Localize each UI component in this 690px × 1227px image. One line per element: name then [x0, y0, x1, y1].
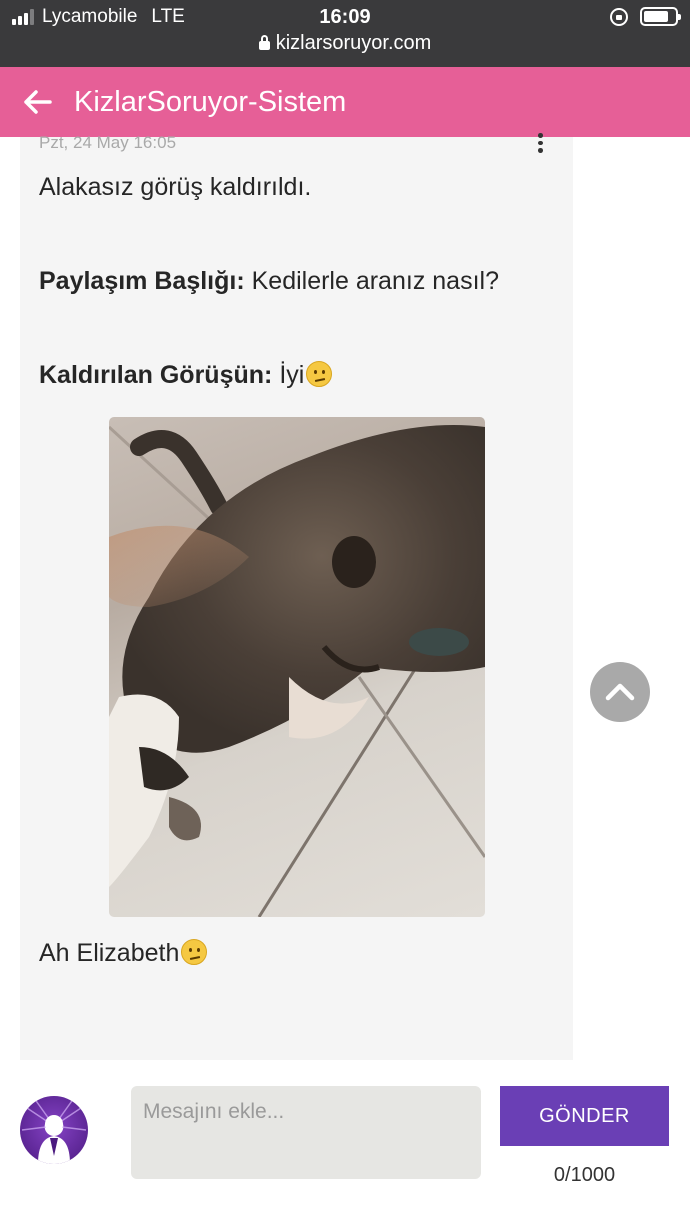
app-bar: KizlarSoruyor-Sistem — [0, 67, 690, 137]
avatar-graphic — [21, 1097, 87, 1164]
rotation-lock-icon — [610, 7, 628, 26]
confused-face-icon — [181, 939, 208, 965]
message-caption: Ah Elizabeth — [39, 939, 208, 968]
message-intro: Alakasız görüş kaldırıldı. — [39, 173, 312, 201]
scroll-to-top-button[interactable] — [590, 662, 650, 722]
removed-opinion-value: İyi — [279, 361, 305, 389]
lock-icon — [258, 35, 270, 50]
status-bar: Lycamobile LTE 16:09 kizlarsoruyor.com — [0, 0, 690, 67]
confused-face-icon — [306, 361, 333, 387]
message-input[interactable] — [131, 1086, 481, 1179]
cat-photo-graphic — [109, 425, 485, 917]
post-title-line: Paylaşım Başlığı: Kedilerle aranız nasıl… — [39, 267, 499, 296]
post-title-value: Kedilerle aranız nasıl? — [251, 267, 499, 295]
battery-icon — [640, 7, 681, 26]
removed-opinion-label: Kaldırılan Görüşün: — [39, 361, 273, 389]
arrow-left-icon — [24, 90, 52, 114]
composer: GÖNDER 0/1000 — [0, 1060, 690, 1227]
message-card: Pzt, 24 May 16:05 Alakasız görüş kaldırı… — [20, 133, 573, 1060]
url-bar[interactable]: kizlarsoruyor.com — [0, 32, 690, 55]
chevron-up-icon — [605, 683, 635, 701]
character-counter: 0/1000 — [553, 1164, 616, 1186]
back-button[interactable] — [8, 67, 68, 137]
send-button[interactable]: GÖNDER — [500, 1086, 669, 1146]
post-title-label: Paylaşım Başlığı: — [39, 267, 245, 295]
message-date: Pzt, 24 May 16:05 — [39, 133, 177, 152]
more-options-icon[interactable] — [535, 133, 545, 154]
cat-photo[interactable] — [109, 417, 485, 917]
caption-text: Ah Elizabeth — [39, 939, 180, 967]
avatar[interactable] — [20, 1096, 88, 1164]
removed-opinion-line: Kaldırılan Görüşün: İyi — [39, 361, 333, 390]
status-right — [610, 7, 681, 26]
app-title: KizlarSoruyor-Sistem — [74, 85, 347, 118]
clock: 16:09 — [319, 6, 371, 28]
url-text: kizlarsoruyor.com — [275, 32, 432, 54]
